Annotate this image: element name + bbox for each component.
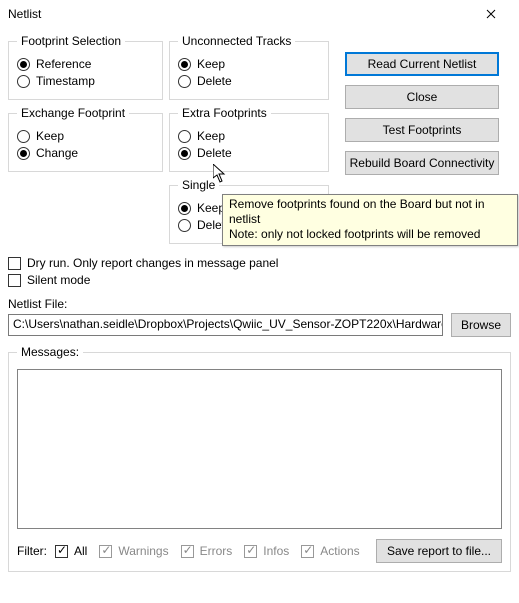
button-label: Rebuild Board Connectivity <box>350 156 495 170</box>
group-footprint-selection: Footprint Selection Reference Timestamp <box>8 34 163 100</box>
checkbox-icon <box>244 545 257 558</box>
radio-label: Reference <box>36 57 91 71</box>
dry-run-checkbox[interactable]: Dry run. Only report changes in message … <box>8 256 511 270</box>
legend-exchange-footprint: Exchange Footprint <box>17 106 129 120</box>
radio-icon <box>178 58 191 71</box>
checkbox-label: Errors <box>200 544 233 558</box>
checkbox-icon <box>301 545 314 558</box>
radio-label: Timestamp <box>36 74 95 88</box>
radio-extra-delete[interactable]: Delete <box>178 146 320 160</box>
radio-exchange-keep[interactable]: Keep <box>17 129 154 143</box>
legend-single-nets: Single <box>178 178 219 192</box>
radio-label: Keep <box>36 129 64 143</box>
radio-extra-keep[interactable]: Keep <box>178 129 320 143</box>
checkbox-label: Dry run. Only report changes in message … <box>27 256 278 270</box>
checkbox-icon <box>8 257 21 270</box>
legend-unconnected-tracks: Unconnected Tracks <box>178 34 295 48</box>
radio-icon <box>17 58 30 71</box>
radio-icon <box>17 75 30 88</box>
radio-timestamp[interactable]: Timestamp <box>17 74 154 88</box>
netlist-file-value: C:\Users\nathan.seidle\Dropbox\Projects\… <box>13 317 443 331</box>
button-label: Save report to file... <box>387 544 491 558</box>
rebuild-connectivity-button[interactable]: Rebuild Board Connectivity <box>345 151 499 175</box>
checkbox-icon <box>55 545 68 558</box>
radio-label: Delete <box>197 146 232 160</box>
group-unconnected-tracks: Unconnected Tracks Keep Delete <box>169 34 329 100</box>
window-title: Netlist <box>8 7 471 21</box>
button-label: Read Current Netlist <box>368 57 477 71</box>
radio-tracks-keep[interactable]: Keep <box>178 57 320 71</box>
read-netlist-button[interactable]: Read Current Netlist <box>345 52 499 76</box>
radio-icon <box>17 130 30 143</box>
tooltip-line1: Remove footprints found on the Board but… <box>229 197 511 227</box>
button-label: Browse <box>461 318 501 332</box>
radio-reference[interactable]: Reference <box>17 57 154 71</box>
group-extra-footprints: Extra Footprints Keep Delete <box>169 106 329 172</box>
radio-icon <box>178 219 191 232</box>
radio-icon <box>178 202 191 215</box>
silent-mode-checkbox[interactable]: Silent mode <box>8 273 511 287</box>
radio-icon <box>178 147 191 160</box>
checkbox-label: Warnings <box>118 544 168 558</box>
radio-label: Keep <box>197 201 225 215</box>
radio-icon <box>178 130 191 143</box>
radio-label: Keep <box>197 57 225 71</box>
group-exchange-footprint: Exchange Footprint Keep Change <box>8 106 163 172</box>
test-footprints-button[interactable]: Test Footprints <box>345 118 499 142</box>
checkbox-icon <box>8 274 21 287</box>
checkbox-icon <box>99 545 112 558</box>
filter-infos-checkbox: Infos <box>244 544 289 558</box>
radio-label: Change <box>36 146 78 160</box>
radio-tracks-delete[interactable]: Delete <box>178 74 320 88</box>
filter-errors-checkbox: Errors <box>181 544 233 558</box>
checkbox-icon <box>181 545 194 558</box>
checkbox-label: All <box>74 544 87 558</box>
checkbox-label: Actions <box>320 544 359 558</box>
checkbox-label: Infos <box>263 544 289 558</box>
tooltip-line2: Note: only not locked footprints will be… <box>229 227 511 242</box>
filter-label: Filter: <box>17 544 47 558</box>
radio-label: Delete <box>197 74 232 88</box>
group-messages: Messages: Filter: All Warnings Errors In… <box>8 345 511 572</box>
legend-footprint-selection: Footprint Selection <box>17 34 125 48</box>
radio-icon <box>178 75 191 88</box>
titlebar: Netlist <box>0 0 519 28</box>
save-report-button[interactable]: Save report to file... <box>376 539 502 563</box>
radio-icon <box>17 147 30 160</box>
radio-label: Keep <box>197 129 225 143</box>
button-label: Test Footprints <box>383 123 462 137</box>
close-icon[interactable] <box>471 0 511 28</box>
tooltip: Remove footprints found on the Board but… <box>222 194 518 246</box>
legend-extra-footprints: Extra Footprints <box>178 106 271 120</box>
filter-warnings-checkbox: Warnings <box>99 544 168 558</box>
radio-exchange-change[interactable]: Change <box>17 146 154 160</box>
browse-button[interactable]: Browse <box>451 313 511 337</box>
checkbox-label: Silent mode <box>27 273 90 287</box>
filter-all-checkbox[interactable]: All <box>55 544 87 558</box>
netlist-file-input[interactable]: C:\Users\nathan.seidle\Dropbox\Projects\… <box>8 314 443 336</box>
filter-actions-checkbox: Actions <box>301 544 359 558</box>
dialog-body: Footprint Selection Reference Timestamp … <box>0 28 519 586</box>
messages-textarea[interactable] <box>17 369 502 529</box>
button-label: Close <box>407 90 438 104</box>
legend-messages: Messages: <box>17 345 83 359</box>
close-button[interactable]: Close <box>345 85 499 109</box>
netlist-file-label: Netlist File: <box>8 297 511 311</box>
